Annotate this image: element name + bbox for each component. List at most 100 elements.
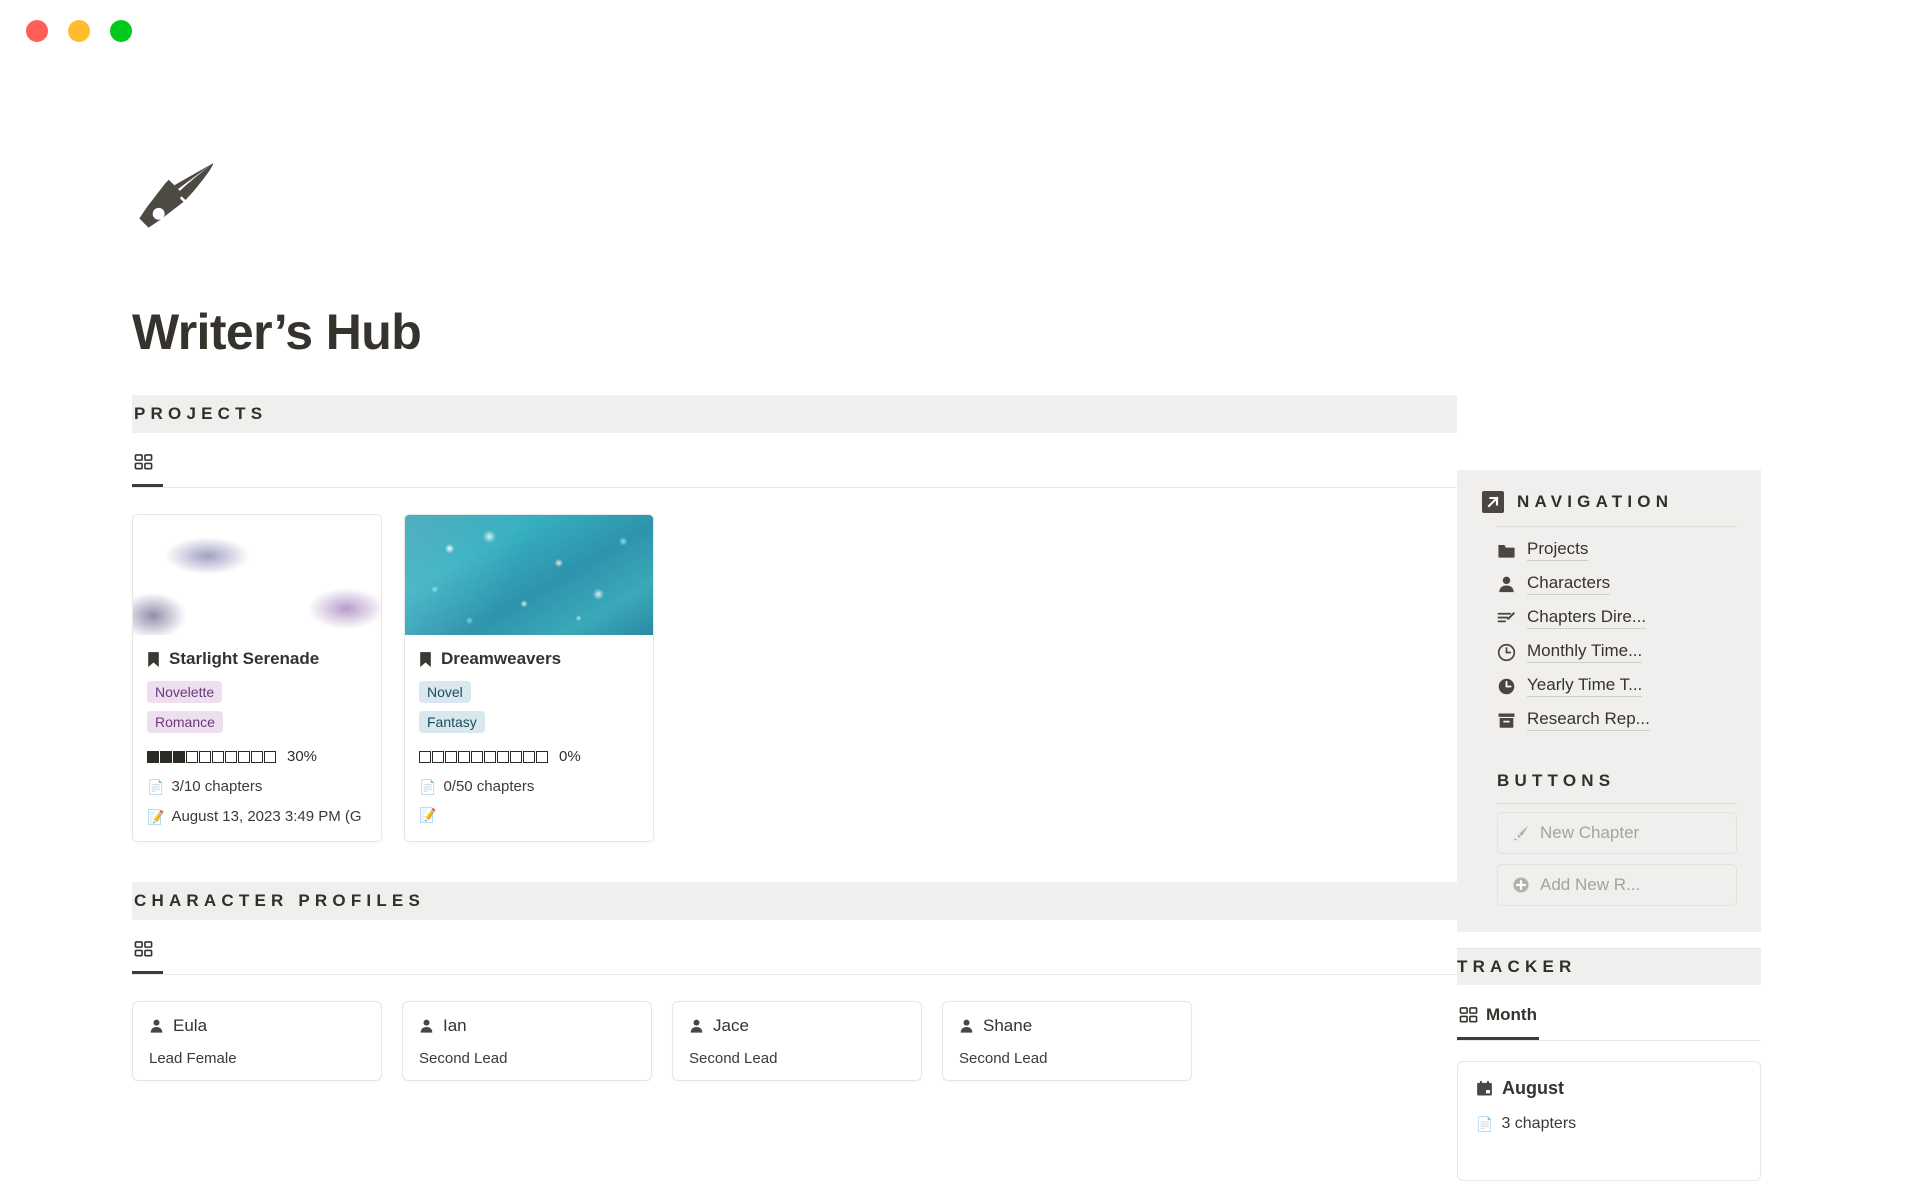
person-icon <box>420 1019 433 1033</box>
project-tag[interactable]: Novel <box>419 681 471 703</box>
sidebar-item-research-repository[interactable]: Research Rep... <box>1497 703 1737 737</box>
project-date: August 13, 2023 3:49 PM (G <box>171 808 362 825</box>
project-chapters: 0/50 chapters <box>443 778 535 795</box>
clock-filled-icon <box>1498 678 1515 694</box>
sidebar-item-label: Yearly Time T... <box>1527 675 1643 697</box>
sidebar-item-projects[interactable]: Projects <box>1497 533 1737 567</box>
document-emoji-icon: 📄 <box>1476 1116 1494 1132</box>
tab-tracker-month[interactable]: Month <box>1457 999 1539 1040</box>
characters-section-header: CHARACTER PROFILES <box>132 882 1457 920</box>
bookmark-icon <box>148 651 159 667</box>
buttons-list: New Chapter Add New R... <box>1481 812 1737 906</box>
navigation-divider <box>1497 526 1737 527</box>
project-card-title-row: Dreamweavers <box>419 649 639 669</box>
character-card[interactable]: Ian Second Lead <box>402 1001 652 1081</box>
projects-section-header: PROJECTS <box>132 395 1457 433</box>
character-name-row: Jace <box>689 1016 905 1036</box>
project-date-row: 📝 August 13, 2023 3:49 PM (G <box>147 808 367 825</box>
character-role: Second Lead <box>419 1050 508 1067</box>
navigation-label: NAVIGATION <box>1517 492 1674 511</box>
sidebar-item-chapters-directory[interactable]: Chapters Dire... <box>1497 601 1737 635</box>
project-cover-image <box>133 515 381 635</box>
close-button[interactable] <box>26 20 48 42</box>
buttons-label: BUTTONS <box>1497 771 1616 790</box>
character-name: Jace <box>713 1016 749 1035</box>
character-role: Lead Female <box>149 1050 237 1067</box>
gallery-grid-icon <box>134 941 153 957</box>
character-card[interactable]: Eula Lead Female <box>132 1001 382 1081</box>
tracker-label: TRACKER <box>1457 957 1577 976</box>
pen-nib-icon <box>1513 825 1529 841</box>
progress-blocks <box>147 750 276 763</box>
character-card[interactable]: Jace Second Lead <box>672 1001 922 1081</box>
window-titlebar <box>0 0 1920 62</box>
project-card-body: Dreamweavers Novel Fantasy 0% 📄 0/50 cha… <box>405 635 653 838</box>
maximize-button[interactable] <box>110 20 132 42</box>
project-card-title-row: Starlight Serenade <box>147 649 367 669</box>
project-tag-list: Novelette Romance <box>147 681 367 733</box>
character-name: Eula <box>173 1016 208 1035</box>
minimize-button[interactable] <box>68 20 90 42</box>
buttons-header: BUTTONS <box>1481 771 1737 791</box>
sidebar-item-label: Research Rep... <box>1527 709 1650 731</box>
tab-characters-gallery[interactable] <box>132 934 163 974</box>
tracker-card[interactable]: August 📄 3 chapters <box>1457 1061 1761 1181</box>
fountain-pen-nib-icon <box>139 163 214 228</box>
project-tag[interactable]: Fantasy <box>419 711 485 733</box>
project-tag[interactable]: Romance <box>147 711 223 733</box>
project-chapters: 3/10 chapters <box>171 778 263 795</box>
projects-section-label: PROJECTS <box>134 404 268 423</box>
buttons-divider <box>1497 803 1737 804</box>
add-new-research-button[interactable]: Add New R... <box>1497 864 1737 906</box>
character-name: Ian <box>443 1016 467 1035</box>
project-title: Dreamweavers <box>441 649 562 668</box>
clock-outline-icon <box>1497 643 1516 661</box>
project-tag[interactable]: Novelette <box>147 681 223 703</box>
navigation-panel: NAVIGATION Projects Characters Chapters … <box>1457 470 1761 932</box>
tab-tracker-label: Month <box>1486 1005 1537 1024</box>
tracker-card-title-row: August <box>1476 1078 1742 1099</box>
project-progress: 0% <box>419 748 639 765</box>
character-role: Second Lead <box>689 1050 778 1067</box>
sidebar-item-monthly-time[interactable]: Monthly Time... <box>1497 635 1737 669</box>
characters-tab-row <box>132 934 1457 975</box>
sidebar-item-yearly-time[interactable]: Yearly Time T... <box>1497 669 1737 703</box>
project-card[interactable]: Dreamweavers Novel Fantasy 0% 📄 0/50 cha… <box>404 514 654 842</box>
new-chapter-label: New Chapter <box>1540 823 1640 842</box>
project-card-body: Starlight Serenade Novelette Romance 30% <box>133 635 381 841</box>
document-emoji-icon: 📄 <box>147 778 165 795</box>
character-name: Shane <box>983 1016 1033 1035</box>
sidebar-item-characters[interactable]: Characters <box>1497 567 1737 601</box>
sidebar-item-label: Monthly Time... <box>1527 641 1643 663</box>
tracker-section-header: TRACKER <box>1457 949 1761 985</box>
person-icon <box>1499 576 1514 592</box>
project-progress: 30% <box>147 748 367 765</box>
project-title: Starlight Serenade <box>169 649 320 668</box>
memo-emoji-icon: 📝 <box>419 807 437 823</box>
tracker-card-title: August <box>1502 1078 1564 1098</box>
right-rail: NAVIGATION Projects Characters Chapters … <box>1457 62 1920 1181</box>
main-column: Writer’s Hub PROJECTS Starlight Serenade… <box>0 62 1457 1181</box>
memo-emoji-icon: 📝 <box>147 808 165 825</box>
navigation-list: Projects Characters Chapters Dire... Mon… <box>1481 533 1737 737</box>
plus-circle-icon <box>1513 877 1529 893</box>
new-chapter-button[interactable]: New Chapter <box>1497 812 1737 854</box>
sidebar-item-label: Projects <box>1527 539 1589 561</box>
character-card[interactable]: Shane Second Lead <box>942 1001 1192 1081</box>
project-cover-image <box>405 515 653 635</box>
project-card[interactable]: Starlight Serenade Novelette Romance 30% <box>132 514 382 842</box>
person-icon <box>960 1019 973 1033</box>
character-name-row: Ian <box>419 1016 635 1036</box>
page-body: Writer’s Hub PROJECTS Starlight Serenade… <box>0 62 1920 1181</box>
characters-card-list: Eula Lead Female Ian Second Lead Jace Se… <box>132 1001 1457 1081</box>
character-name-row: Eula <box>149 1016 365 1036</box>
projects-tab-row <box>132 447 1457 488</box>
progress-percent: 30% <box>287 748 318 765</box>
calendar-icon <box>1477 1080 1492 1096</box>
characters-section-label: CHARACTER PROFILES <box>134 891 425 910</box>
projects-card-list: Starlight Serenade Novelette Romance 30% <box>132 514 1457 842</box>
person-icon <box>150 1019 163 1033</box>
tracker-card-chapters: 3 chapters <box>1501 1115 1577 1132</box>
progress-blocks <box>419 750 548 763</box>
tab-projects-gallery[interactable] <box>132 447 163 487</box>
